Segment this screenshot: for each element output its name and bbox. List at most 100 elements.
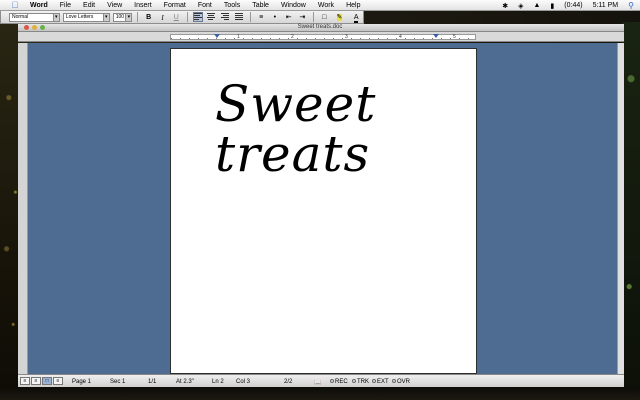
decrease-indent-icon: ⇤	[285, 14, 292, 21]
font-color-button[interactable]: A	[349, 12, 363, 23]
outline-view-button[interactable]: ≡	[31, 377, 41, 385]
menu-font[interactable]: Font	[198, 2, 212, 9]
horizontal-ruler[interactable]: 1 2 3 4 5	[18, 32, 624, 42]
ext-label: EXT	[377, 379, 389, 385]
ovr-radio-icon	[392, 379, 396, 384]
bold-button[interactable]: B	[143, 12, 154, 22]
close-icon[interactable]	[24, 25, 29, 30]
status-word-count: 2/2	[284, 379, 293, 385]
justify-button[interactable]	[234, 12, 245, 22]
chevron-down-icon: ▾	[102, 13, 109, 21]
toolbar-divider	[312, 12, 314, 22]
document-line: treats	[215, 125, 371, 183]
underline-button[interactable]: U	[171, 12, 182, 22]
document-page[interactable]: Sweet treats	[170, 48, 477, 374]
font-size-value: 100	[115, 13, 125, 20]
apple-icon[interactable]: 	[10, 0, 20, 10]
spelling-status-icon[interactable]: 📖	[314, 379, 321, 386]
right-indent-marker[interactable]	[433, 34, 439, 38]
desktop-background-bottom	[0, 387, 640, 400]
desktop-background-right	[622, 22, 640, 400]
align-left-button[interactable]	[192, 12, 204, 22]
highlight-button[interactable]: ✎	[333, 12, 347, 22]
menu-edit[interactable]: Edit	[83, 2, 95, 9]
status-page: Page 1	[72, 379, 92, 385]
font-color-icon: A	[353, 14, 359, 23]
menu-help[interactable]: Help	[346, 2, 360, 9]
rec-label: REC	[335, 379, 348, 385]
menu-view[interactable]: View	[107, 2, 122, 9]
rec-radio-icon	[330, 379, 334, 384]
increase-indent-icon: ⇥	[299, 14, 306, 21]
ruler-label: 3	[345, 34, 348, 40]
highlighter-icon: ✎	[336, 14, 343, 21]
notebook-view-button[interactable]: ≡	[53, 377, 63, 385]
vertical-ruler[interactable]	[18, 43, 28, 374]
ext-indicator[interactable]: EXT	[372, 379, 389, 385]
spotlight-icon[interactable]: ⚲	[628, 1, 634, 10]
status-column: Col 3	[236, 379, 251, 385]
decrease-indent-button[interactable]: ⇤	[283, 12, 294, 22]
battery-time[interactable]: (0:44)	[564, 2, 582, 9]
chevron-down-icon: ▾	[52, 13, 59, 21]
ovr-label: OVR	[397, 379, 411, 385]
first-line-indent-marker[interactable]	[214, 34, 220, 38]
page-layout-view-button[interactable]: □	[42, 377, 52, 385]
ext-radio-icon	[372, 379, 376, 384]
ruler-label: 1	[237, 34, 240, 40]
style-select[interactable]: Normal ▾	[9, 12, 60, 22]
menu-window[interactable]: Window	[281, 2, 306, 9]
menu-clock[interactable]: 5:11 PM	[593, 2, 619, 9]
menu-bar:  Word File Edit View Insert Format Font…	[0, 0, 640, 11]
numbered-list-button[interactable]: ≡	[256, 12, 267, 22]
toolbar-divider	[137, 12, 139, 22]
align-right-button[interactable]	[220, 12, 231, 22]
ruler-track: 1 2 3 4 5	[170, 34, 476, 40]
volume-icon[interactable]: ▲	[533, 2, 540, 9]
bulleted-list-button[interactable]: •	[270, 12, 281, 22]
window-title: Sweet treats.doc	[297, 24, 343, 30]
trk-indicator[interactable]: TRK	[352, 379, 369, 385]
font-select-value: Love Letters	[65, 13, 94, 20]
window-controls	[24, 25, 45, 30]
ruler-label: 2	[291, 34, 294, 40]
style-select-value: Normal	[12, 13, 29, 20]
menu-file[interactable]: File	[60, 2, 71, 9]
borders-button[interactable]: □	[319, 12, 330, 22]
borders-icon: □	[322, 14, 327, 21]
toolbar-divider	[186, 12, 188, 22]
trk-label: TRK	[357, 379, 369, 385]
bulleted-list-icon: •	[273, 14, 277, 21]
status-bar: ≡ ≡ □ ≡ Page 1 Sec 1 1/1 At 2.3" Ln 2 Co…	[18, 374, 624, 387]
status-page-count: 1/1	[148, 379, 157, 385]
menu-work[interactable]: Work	[318, 2, 334, 9]
menu-tools[interactable]: Tools	[224, 2, 240, 9]
wifi-icon[interactable]: ◈	[518, 2, 523, 10]
document-line: Sweet	[215, 75, 377, 133]
status-section: Sec 1	[110, 379, 126, 385]
menu-format[interactable]: Format	[164, 2, 186, 9]
minimize-icon[interactable]	[32, 25, 37, 30]
chevron-down-icon: ▾	[125, 13, 132, 21]
view-buttons: ≡ ≡ □ ≡	[20, 377, 63, 385]
font-size-select[interactable]: 100 ▾	[112, 12, 133, 22]
ovr-indicator[interactable]: OVR	[392, 379, 410, 385]
numbered-list-icon: ≡	[259, 14, 264, 21]
menu-app-name[interactable]: Word	[30, 2, 48, 9]
align-left-icon	[193, 13, 202, 20]
status-line: Ln 2	[212, 379, 224, 385]
document-body[interactable]: Sweet treats	[215, 79, 376, 179]
menu-table[interactable]: Table	[252, 2, 269, 9]
bluetooth-icon[interactable]: ✱	[502, 2, 508, 10]
menu-insert[interactable]: Insert	[134, 2, 152, 9]
vertical-scrollbar[interactable]	[617, 43, 624, 374]
toolbar-divider	[249, 12, 251, 22]
normal-view-button[interactable]: ≡	[20, 377, 30, 385]
zoom-icon[interactable]	[40, 25, 45, 30]
rec-indicator[interactable]: REC	[330, 379, 348, 385]
italic-button[interactable]: I	[157, 12, 168, 22]
increase-indent-button[interactable]: ⇥	[297, 12, 308, 22]
align-center-button[interactable]	[206, 12, 217, 22]
font-select[interactable]: Love Letters ▾	[62, 12, 110, 22]
battery-icon[interactable]: ▮	[550, 2, 554, 10]
